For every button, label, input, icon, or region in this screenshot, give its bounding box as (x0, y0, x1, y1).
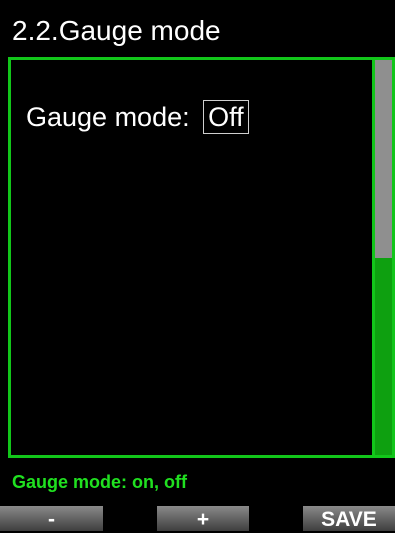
gauge-mode-value[interactable]: Off (203, 99, 249, 134)
hint-text: Gauge mode: on, off (12, 472, 187, 492)
gauge-mode-setting-row[interactable]: Gauge mode: Off (26, 98, 249, 134)
gauge-mode-label: Gauge mode: (26, 101, 190, 132)
increase-button[interactable]: + (157, 506, 249, 531)
scrollbar-thumb[interactable] (375, 60, 392, 258)
page-title: 2.2.Gauge mode (12, 15, 221, 46)
decrease-button[interactable]: - (0, 506, 103, 531)
scrollbar[interactable] (375, 57, 395, 458)
scrollbar-track (375, 258, 392, 455)
softkey-bar: - + SAVE (0, 506, 395, 531)
save-button[interactable]: SAVE (303, 506, 395, 531)
settings-panel: Gauge mode: Off (8, 57, 375, 458)
